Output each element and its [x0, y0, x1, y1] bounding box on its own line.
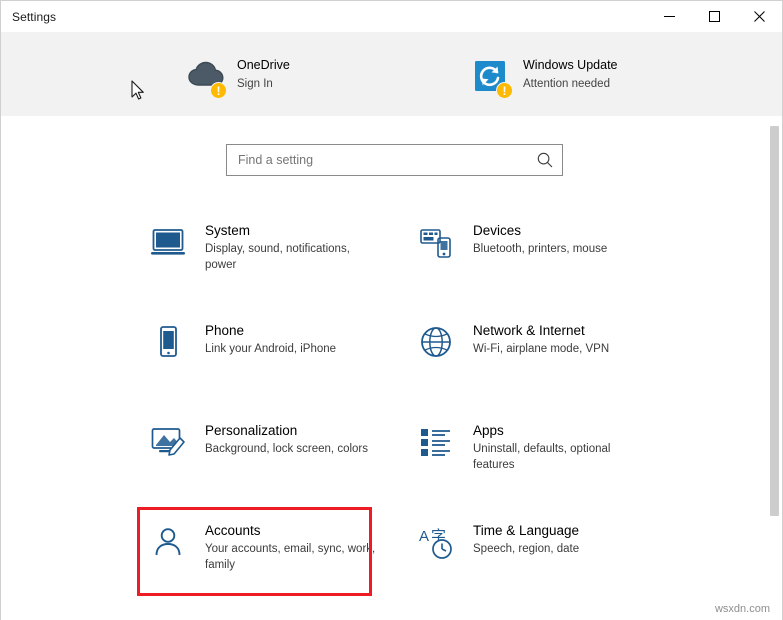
- tile-subtitle: Your accounts, email, sync, work, family: [205, 543, 376, 571]
- tile-title: Time & Language: [473, 523, 580, 538]
- tile-title: System: [205, 223, 251, 238]
- tile-title: Accounts: [205, 523, 261, 538]
- scrollbar-thumb[interactable]: [770, 126, 779, 516]
- search-icon[interactable]: [536, 151, 554, 169]
- banner-title: OneDrive: [237, 58, 290, 72]
- settings-tile-personalization[interactable]: Personalization Background, lock screen,…: [145, 416, 413, 516]
- settings-grid: System Display, sound, notifications, po…: [137, 216, 675, 616]
- banner-item-windows-update[interactable]: ! Windows Update Attention needed: [473, 57, 713, 99]
- banner-subtitle: Attention needed: [523, 78, 610, 90]
- apps-list-icon: [421, 429, 450, 456]
- tile-title: Phone: [205, 323, 245, 338]
- warning-badge: !: [210, 82, 227, 99]
- settings-tile-time-language[interactable]: A 字 Time & Language Speech, region, date: [413, 516, 675, 616]
- tile-title: Devices: [473, 223, 522, 238]
- vertical-scrollbar[interactable]: [767, 116, 782, 620]
- settings-content: System Display, sound, notifications, po…: [1, 116, 782, 620]
- tile-subtitle: Bluetooth, printers, mouse: [473, 243, 608, 255]
- search-box[interactable]: [226, 144, 563, 176]
- windows-update-sync-icon: !: [473, 59, 513, 99]
- banner-item-onedrive[interactable]: ! OneDrive Sign In: [187, 57, 427, 99]
- settings-tile-phone[interactable]: Phone Link your Android, iPhone: [145, 316, 413, 416]
- title-bar: Settings: [1, 1, 782, 32]
- maximize-button[interactable]: [692, 1, 737, 32]
- settings-window: Settings ! OneDrive Sign In ! Windows Up…: [0, 0, 783, 620]
- globe-icon: [421, 327, 451, 357]
- account-banner: ! OneDrive Sign In ! Windows Update Atte…: [1, 32, 782, 116]
- phone-icon: [160, 326, 177, 357]
- tile-subtitle: Uninstall, defaults, optional features: [473, 443, 611, 471]
- banner-subtitle: Sign In: [237, 78, 273, 90]
- person-icon: [155, 528, 181, 556]
- minimize-button[interactable]: [647, 1, 692, 32]
- warning-badge: !: [496, 82, 513, 99]
- personalization-brush-icon: [151, 428, 185, 456]
- settings-tile-accounts[interactable]: Accounts Your accounts, email, sync, wor…: [137, 507, 413, 616]
- time-language-icon: A 字: [419, 528, 452, 559]
- settings-tile-system[interactable]: System Display, sound, notifications, po…: [145, 216, 413, 316]
- settings-tile-network[interactable]: Network & Internet Wi-Fi, airplane mode,…: [413, 316, 675, 416]
- devices-icon: [420, 229, 451, 258]
- caption-buttons: [647, 1, 782, 32]
- settings-tile-devices[interactable]: Devices Bluetooth, printers, mouse: [413, 216, 675, 316]
- mouse-cursor-icon: [131, 80, 144, 100]
- tile-subtitle: Display, sound, notifications, power: [205, 243, 350, 271]
- watermark: wsxdn.com: [714, 603, 770, 615]
- monitor-icon: [151, 229, 185, 255]
- tile-subtitle: Link your Android, iPhone: [205, 343, 337, 355]
- svg-text:A: A: [419, 528, 429, 545]
- tile-subtitle: Wi-Fi, airplane mode, VPN: [473, 343, 610, 355]
- search-input[interactable]: [238, 153, 536, 167]
- onedrive-cloud-icon: !: [187, 59, 227, 99]
- close-button[interactable]: [737, 1, 782, 32]
- window-title: Settings: [12, 9, 57, 24]
- settings-tile-apps[interactable]: Apps Uninstall, defaults, optional featu…: [413, 416, 675, 516]
- tile-title: Personalization: [205, 423, 298, 438]
- tile-title: Network & Internet: [473, 323, 585, 338]
- tile-title: Apps: [473, 423, 504, 438]
- banner-title: Windows Update: [523, 58, 618, 72]
- tile-subtitle: Speech, region, date: [473, 543, 580, 555]
- tile-subtitle: Background, lock screen, colors: [205, 443, 368, 455]
- search-area: [226, 144, 563, 176]
